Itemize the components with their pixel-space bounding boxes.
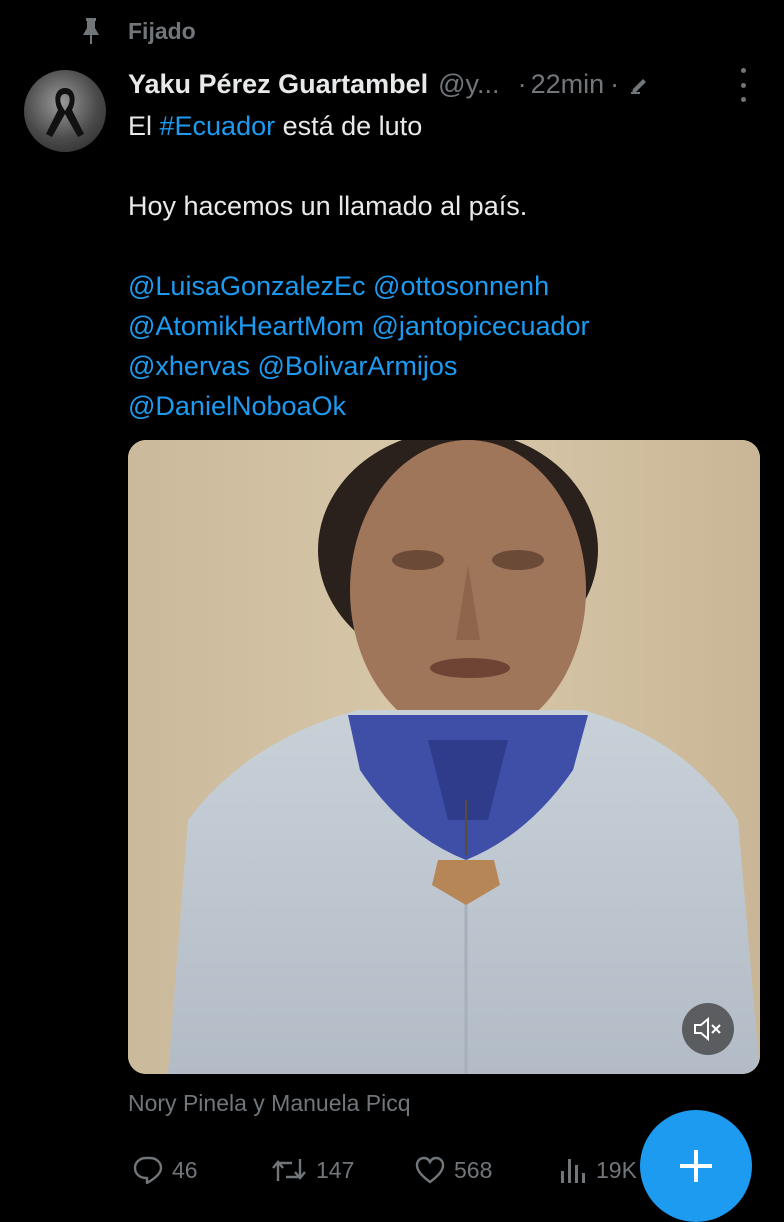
pinned-label: Fijado — [128, 17, 196, 44]
like-count: 568 — [454, 1156, 493, 1183]
reply-icon — [133, 1156, 163, 1185]
video-frame — [128, 440, 760, 1074]
mentions-line: @LuisaGonzalezEc @ottosonnenh — [128, 266, 768, 306]
like-button[interactable]: 568 — [414, 1148, 492, 1192]
retweet-count: 147 — [316, 1156, 355, 1183]
retweet-button[interactable]: 147 — [270, 1148, 354, 1192]
mention-link[interactable]: @xhervas — [128, 351, 250, 381]
mention-link[interactable]: @jantopicecuador — [371, 311, 589, 341]
avatar-ribbon-icon — [46, 88, 84, 137]
like-icon — [415, 1156, 445, 1184]
hashtag-link[interactable]: #Ecuador — [160, 111, 276, 141]
media-tags[interactable]: Nory Pinela y Manuela Picq — [128, 1090, 411, 1117]
edit-icon[interactable] — [629, 73, 651, 95]
tweet-video[interactable] — [128, 440, 760, 1074]
mentions-line: @xhervas @BolivarArmijos — [128, 346, 768, 386]
tweet-line-2: Hoy hacemos un llamado al país. — [128, 191, 528, 221]
mute-icon — [694, 1016, 721, 1042]
plus-icon — [680, 1150, 712, 1182]
mention-link[interactable]: @DanielNoboaOk — [128, 391, 346, 421]
tweet-text: El #Ecuador está de luto Hoy hacemos un … — [128, 106, 768, 426]
views-icon — [561, 1159, 585, 1183]
pin-icon — [80, 16, 102, 46]
mentions-line: @AtomikHeartMom @jantopicecuador — [128, 306, 768, 346]
more-icon[interactable] — [733, 68, 753, 102]
compose-button[interactable] — [640, 1110, 752, 1222]
tweet-header: Yaku Pérez Guartambel @y... · 22min · — [128, 64, 768, 104]
views-button[interactable]: 19K — [558, 1148, 637, 1192]
mention-link[interactable]: @ottosonnenh — [373, 271, 549, 301]
mute-button[interactable] — [682, 1003, 734, 1055]
text-segment: está de luto — [275, 111, 423, 141]
avatar[interactable] — [24, 70, 106, 152]
mentions-line: @DanielNoboaOk — [128, 386, 768, 426]
mention-link[interactable]: @BolivarArmijos — [257, 351, 457, 381]
pinned-indicator: Fijado — [80, 14, 196, 48]
mention-link[interactable]: @AtomikHeartMom — [128, 311, 364, 341]
author-name[interactable]: Yaku Pérez Guartambel — [128, 69, 428, 100]
views-count: 19K — [596, 1156, 637, 1183]
separator: · — [610, 68, 620, 99]
action-bar: 46 147 568 19K — [128, 1148, 688, 1192]
timestamp[interactable]: 22min — [531, 69, 605, 100]
text-segment: El — [128, 111, 160, 141]
mention-link[interactable]: @LuisaGonzalezEc — [128, 271, 366, 301]
tweet-line-1: El #Ecuador está de luto — [128, 106, 768, 146]
reply-button[interactable]: 46 — [132, 1148, 198, 1192]
author-handle[interactable]: @y... — [438, 69, 499, 100]
retweet-icon — [272, 1159, 306, 1181]
reply-count: 46 — [172, 1156, 198, 1183]
separator: · — [517, 68, 527, 99]
